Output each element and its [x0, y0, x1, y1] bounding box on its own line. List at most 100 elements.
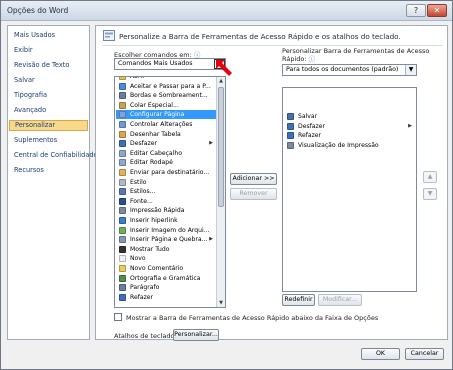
commands-list[interactable]: ▲ ▼ Abrir Aceitar e Passar para a P... Bor…	[114, 76, 226, 308]
undo-icon	[119, 140, 126, 148]
styles-icon	[119, 188, 126, 196]
list-item[interactable]: Desenhar Tabela	[116, 130, 216, 139]
list-item[interactable]: Desfazer ▶	[284, 122, 415, 131]
move-down-button[interactable]: ▼	[423, 188, 437, 200]
nav-item-0[interactable]: Mais Usados	[9, 30, 88, 41]
move-up-button[interactable]: ▲	[423, 171, 437, 183]
list-item[interactable]: Editar Rodapé	[116, 158, 216, 167]
hyperlink-icon	[119, 217, 126, 224]
list-item[interactable]: Estilos...	[116, 187, 216, 196]
borders-icon	[119, 92, 126, 100]
list-item[interactable]: Abrir	[116, 76, 216, 81]
list-item[interactable]: Estilo	[116, 178, 216, 187]
font-icon	[119, 197, 126, 205]
nav-item-7[interactable]: Suplementos	[9, 135, 88, 146]
quick-print-icon	[119, 207, 126, 215]
list-item-label: Aceitar e Passar para a P...	[130, 82, 211, 90]
list-item[interactable]: Novo	[116, 254, 216, 263]
style-icon	[119, 178, 126, 186]
list-item[interactable]: Mostrar Tudo	[116, 245, 216, 254]
cancel-button[interactable]: Cancelar	[405, 348, 444, 360]
list-item[interactable]: Fonte...	[116, 197, 216, 206]
scroll-thumb[interactable]	[218, 87, 224, 207]
list-item[interactable]: Enviar para destinatário...	[116, 168, 216, 177]
list-item-label: Novo Comentário	[130, 265, 184, 272]
documents-combo-value: Para todos os documentos (padrão)	[286, 66, 399, 73]
chevron-down-icon[interactable]: ▼	[405, 65, 416, 75]
list-item[interactable]: Inserir hiperlink	[116, 216, 216, 225]
customize-shortcuts-button[interactable]: Personalizar...	[173, 329, 219, 341]
scroll-up-icon[interactable]: ▲	[217, 77, 225, 85]
nav-item-4[interactable]: Tipografia	[9, 90, 88, 101]
reset-button[interactable]: Redefinir	[282, 294, 315, 306]
list-item-label: Desenhar Tabela	[130, 130, 181, 138]
draw-table-icon	[119, 130, 126, 138]
list-item-label: Fonte...	[130, 197, 153, 205]
scroll-down-icon[interactable]: ▼	[217, 299, 225, 307]
list-item[interactable]: Controlar Alterações	[116, 120, 216, 129]
remove-button[interactable]: Remover	[230, 188, 277, 200]
nav-item-8[interactable]: Central de Confiabilidade	[9, 150, 98, 161]
nav-item-3[interactable]: Salvar	[9, 75, 88, 86]
list-item-label: Inserir Imagem do Arqui...	[130, 226, 210, 234]
accept-icon	[119, 82, 126, 90]
documents-combo[interactable]: Para todos os documentos (padrão) ▼	[282, 64, 417, 76]
list-item[interactable]: Salvar	[284, 112, 415, 121]
list-item[interactable]: Desfazer ▶	[116, 139, 216, 148]
annotation-arrow-icon	[216, 60, 232, 76]
list-item-label: Estilo	[130, 178, 147, 186]
list-item-label: Controlar Alterações	[130, 121, 193, 128]
nav-item-9[interactable]: Recursos	[9, 165, 88, 176]
help-button[interactable]: ?	[406, 4, 426, 17]
list-item-label: Mostrar Tudo	[130, 245, 170, 253]
list-item-label: Editar Cabeçalho	[130, 149, 182, 157]
commands-scrollbar[interactable]: ▲ ▼	[216, 77, 225, 307]
list-item-label: Refazer	[130, 293, 154, 301]
list-item-label: Bordas e Sombreament...	[130, 92, 208, 100]
list-item[interactable]: Bordas e Sombreament...	[116, 91, 216, 100]
window-title: Opções do Word	[7, 6, 69, 15]
list-item[interactable]: Impressão Rápida	[116, 206, 216, 215]
customize-panel: Personalize a Barra de Ferramentas de Ac…	[95, 25, 448, 341]
list-item[interactable]: Parágrafo	[116, 283, 216, 292]
list-item[interactable]: Novo Comentário	[116, 264, 216, 273]
list-item[interactable]: Editar Cabeçalho	[116, 149, 216, 158]
submenu-arrow-icon: ▶	[209, 140, 213, 147]
send-icon	[119, 169, 126, 176]
page-break-icon	[119, 236, 126, 244]
choose-commands-combo[interactable]: Comandos Mais Usados ▼	[114, 58, 226, 70]
list-item[interactable]: Inserir Página e Quebra... ▶	[116, 235, 216, 244]
list-item[interactable]: Inserir Imagem do Arqui...	[116, 226, 216, 235]
toolbar-commands-list[interactable]: Salvar Desfazer ▶ Refazer Visualização de Im…	[282, 87, 417, 292]
title-bar[interactable]: Opções do Word ? ✕	[1, 1, 452, 21]
list-item[interactable]: Visualização de Impressão	[284, 141, 415, 150]
nav-item-2[interactable]: Revisão de Texto	[9, 60, 88, 71]
list-item-label: Estilos...	[130, 188, 156, 196]
show-below-ribbon-checkbox[interactable]	[114, 313, 122, 321]
redo-icon	[119, 293, 126, 301]
list-item[interactable]: Refazer	[116, 293, 216, 302]
list-item[interactable]: Configurar Página	[116, 110, 216, 120]
submenu-arrow-icon: ▶	[408, 122, 412, 129]
list-item-label: Abrir	[130, 76, 145, 80]
list-item[interactable]: Colar Especial...	[116, 101, 216, 110]
close-button[interactable]: ✕	[427, 4, 447, 17]
ok-button[interactable]: OK	[361, 348, 400, 360]
list-item-label: Colar Especial...	[130, 101, 179, 109]
list-item[interactable]: Refazer	[284, 131, 415, 140]
list-item[interactable]: Ortografia e Gramática	[116, 274, 216, 283]
add-button[interactable]: Adicionar >>	[230, 173, 277, 185]
list-item[interactable]: Aceitar e Passar para a P...	[116, 82, 216, 91]
modify-button[interactable]: Modificar...	[318, 294, 362, 306]
paragraph-icon	[119, 284, 126, 292]
nav-item-5[interactable]: Avançado	[9, 105, 88, 116]
nav-item-6[interactable]: Personalizar	[9, 120, 88, 131]
print-preview-icon	[287, 141, 294, 149]
page-setup-icon	[119, 111, 126, 119]
pilcrow-icon	[119, 245, 126, 253]
folder-icon	[119, 77, 126, 80]
list-item-label: Salvar	[298, 113, 318, 120]
nav-item-1[interactable]: Exibir	[9, 45, 88, 56]
footer-icon	[119, 159, 126, 167]
picture-icon	[119, 226, 126, 234]
